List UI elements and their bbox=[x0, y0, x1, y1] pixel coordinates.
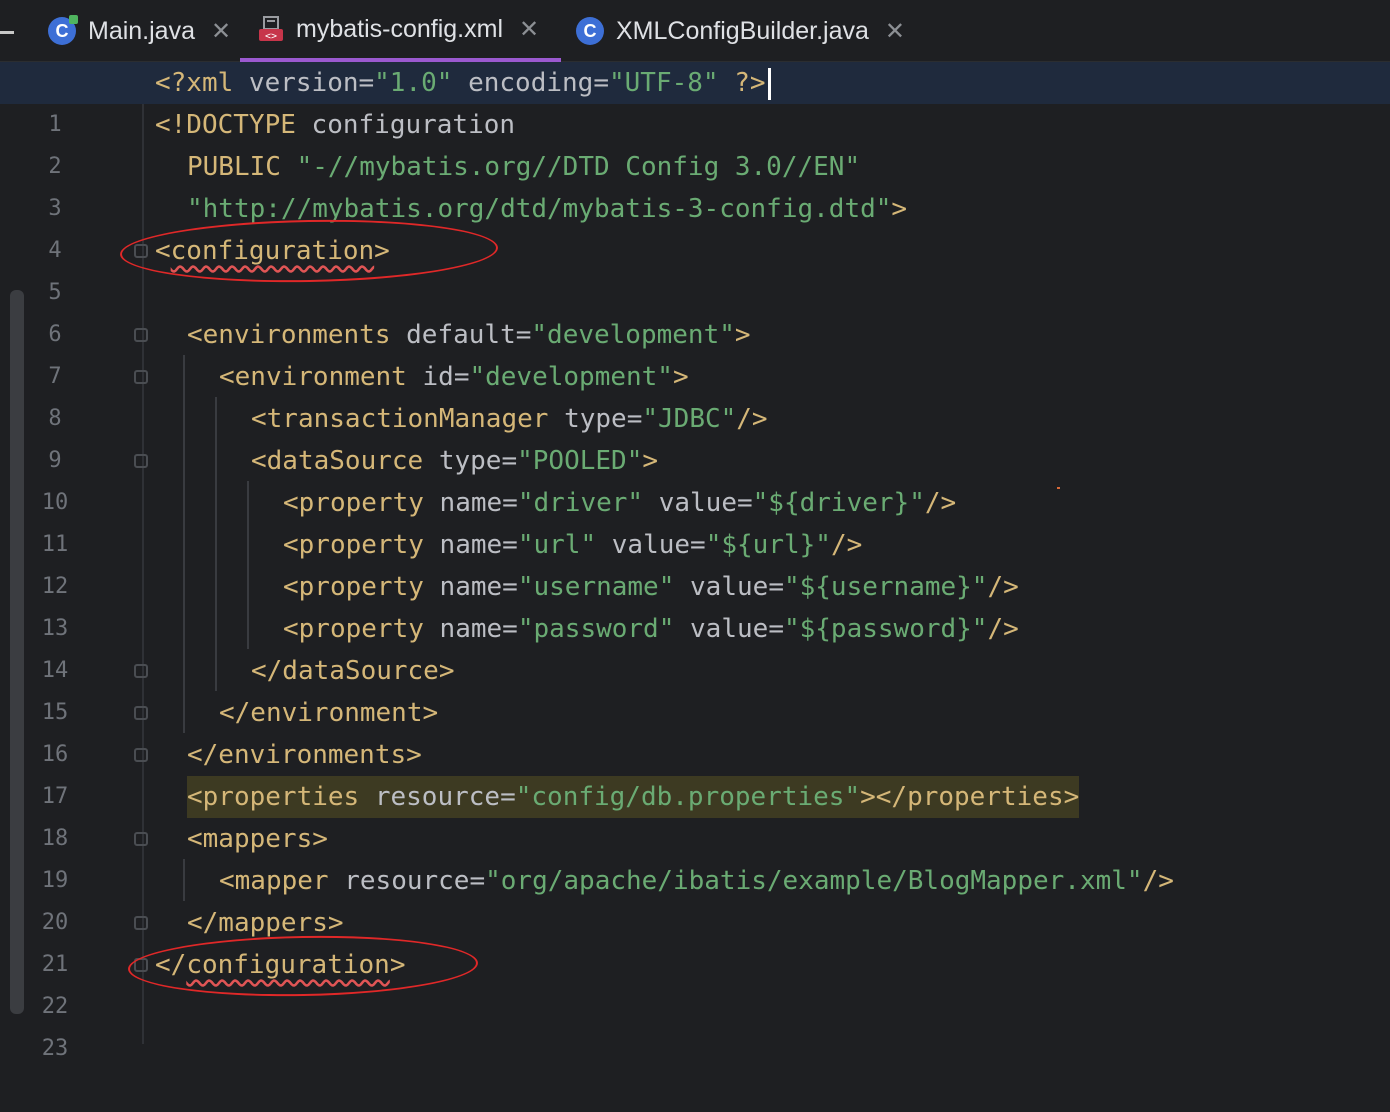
code-line-20[interactable]: 20 <mapper resource="org/apache/ibatis/e… bbox=[0, 860, 1390, 935]
fold-marker-icon[interactable] bbox=[134, 916, 148, 930]
code-line-3[interactable]: 3 PUBLIC "-//mybatis.org//DTD Config 3.0… bbox=[0, 146, 1390, 221]
code-line-1[interactable]: 1 <?xml version="1.0" encoding="UTF-8" ?… bbox=[0, 62, 1390, 137]
line-content: <environments default="development"> bbox=[187, 320, 751, 350]
line-number: 23 bbox=[41, 1036, 69, 1061]
close-icon[interactable]: ✕ bbox=[885, 17, 905, 46]
fold-marker-icon[interactable] bbox=[134, 370, 148, 384]
code-line-13[interactable]: 13 <property name="username" value="${us… bbox=[0, 566, 1390, 641]
tab-label: Main.java bbox=[88, 16, 195, 45]
line-content: </environments> bbox=[187, 740, 422, 770]
line-content: <property name="url" value="${url}"/> bbox=[283, 530, 863, 560]
svg-text:<>: <> bbox=[265, 31, 277, 42]
class-icon: C bbox=[576, 17, 604, 45]
code-line-8[interactable]: 8 <environment id="development"> bbox=[0, 356, 1390, 431]
tab-label: mybatis-config.xml bbox=[296, 14, 503, 43]
xml-file-icon: <> bbox=[258, 16, 284, 42]
code-line-4[interactable]: 4 "http://mybatis.org/dtd/mybatis-3-conf… bbox=[0, 188, 1390, 263]
code-line-15[interactable]: 15 </dataSource> bbox=[0, 650, 1390, 725]
stray-mark bbox=[1057, 487, 1060, 489]
fold-marker-icon[interactable] bbox=[134, 664, 148, 678]
line-content: <environment id="development"> bbox=[219, 362, 689, 392]
code-line-21[interactable]: 21 </mappers> bbox=[0, 902, 1390, 977]
line-content: <!DOCTYPE configuration bbox=[155, 110, 516, 140]
line-content: <mapper resource="org/apache/ibatis/exam… bbox=[219, 866, 1174, 896]
line-content: <properties resource="config/db.properti… bbox=[187, 776, 1080, 818]
tab-main-java[interactable]: C Main.java ✕ bbox=[48, 0, 231, 62]
editor-tab-bar: C Main.java ✕ <> mybatis-config.xml ✕ C … bbox=[0, 0, 1390, 62]
code-line-2[interactable]: 2 <!DOCTYPE configuration bbox=[0, 104, 1390, 179]
tab-mybatis-config-xml[interactable]: <> mybatis-config.xml ✕ bbox=[240, 0, 562, 62]
code-line-17[interactable]: 17 </environments> bbox=[0, 734, 1390, 809]
close-icon[interactable]: ✕ bbox=[211, 17, 231, 46]
tab-xmlconfigbuilder-java[interactable]: C XMLConfigBuilder.java ✕ bbox=[576, 0, 905, 62]
line-content: </dataSource> bbox=[251, 656, 455, 686]
code-line-16[interactable]: 16 </environment> bbox=[0, 692, 1390, 767]
line-content: <property name="username" value="${usern… bbox=[283, 572, 1019, 602]
line-content: </environment> bbox=[219, 698, 439, 728]
code-line-11[interactable]: 11 <property name="driver" value="${driv… bbox=[0, 482, 1390, 557]
code-line-7[interactable]: 7 <environments default="development"> bbox=[0, 314, 1390, 389]
code-line-10[interactable]: 10 <dataSource type="POOLED"> bbox=[0, 440, 1390, 515]
line-content: <transactionManager type="JDBC"/> bbox=[251, 404, 768, 434]
fold-marker-icon[interactable] bbox=[134, 748, 148, 762]
line-content: <property name="driver" value="${driver}… bbox=[283, 488, 957, 518]
code-line-19[interactable]: 19 <mappers> bbox=[0, 818, 1390, 893]
fold-marker-icon[interactable] bbox=[134, 328, 148, 342]
code-line-18[interactable]: 18 <properties resource="config/db.prope… bbox=[0, 776, 1390, 851]
line-content: PUBLIC "-//mybatis.org//DTD Config 3.0//… bbox=[187, 152, 861, 182]
line-content: <property name="password" value="${passw… bbox=[283, 614, 1019, 644]
code-line-12[interactable]: 12 <property name="url" value="${url}"/> bbox=[0, 524, 1390, 599]
window-menu-dash[interactable] bbox=[0, 31, 14, 34]
class-run-icon: C bbox=[48, 15, 78, 45]
fold-marker-icon[interactable] bbox=[134, 832, 148, 846]
close-icon[interactable]: ✕ bbox=[519, 15, 539, 44]
line-content: <dataSource type="POOLED"> bbox=[251, 446, 659, 476]
text-caret bbox=[767, 67, 771, 100]
fold-marker-icon[interactable] bbox=[134, 706, 148, 720]
tab-label: XMLConfigBuilder.java bbox=[616, 16, 869, 45]
line-content: <?xml version="1.0" encoding="UTF-8" ?> bbox=[155, 62, 771, 104]
code-line-14[interactable]: 14 <property name="password" value="${pa… bbox=[0, 608, 1390, 683]
line-content: <mappers> bbox=[187, 824, 328, 854]
code-line-9[interactable]: 9 <transactionManager type="JDBC"/> bbox=[0, 398, 1390, 473]
fold-marker-icon[interactable] bbox=[134, 454, 148, 468]
